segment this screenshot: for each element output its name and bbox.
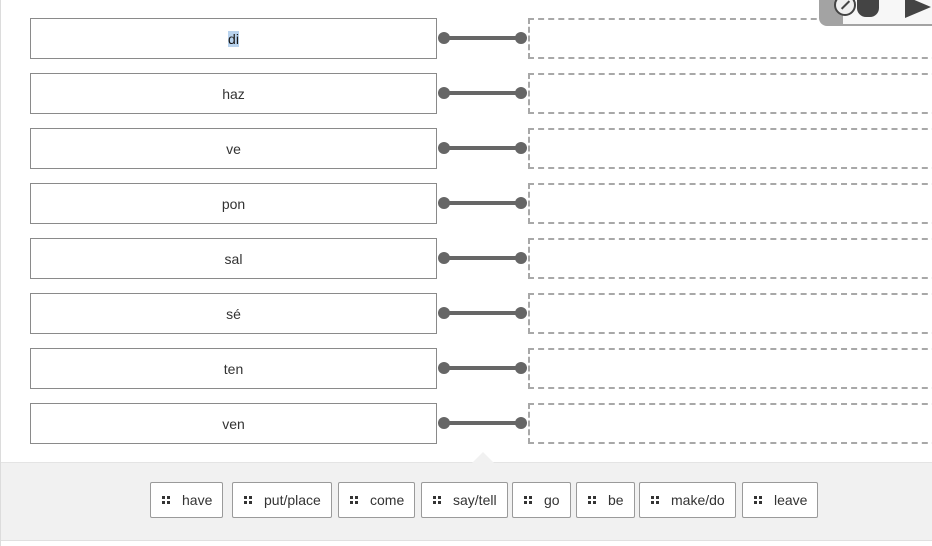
connector-bar	[444, 421, 521, 425]
matching-exercise: di haz ve pon sal sé ten ven have put/pl…	[0, 0, 932, 546]
stop-icon[interactable]	[857, 0, 879, 17]
answer-chip-label: make/do	[671, 492, 725, 508]
match-row: haz	[1, 73, 932, 114]
answer-chip[interactable]: make/do	[639, 482, 736, 518]
prompt-text: di	[228, 30, 239, 47]
drag-handle-icon	[588, 496, 596, 504]
connector-end-dot	[515, 252, 527, 264]
connector-bar	[444, 311, 521, 315]
drag-handle-icon	[433, 496, 441, 504]
prompt-text: ven	[222, 415, 245, 432]
connector-bar	[444, 201, 521, 205]
connector-bar	[444, 146, 521, 150]
match-row: ten	[1, 348, 932, 389]
answer-chip-label: put/place	[264, 492, 321, 508]
prompt-text: sal	[224, 250, 243, 267]
connector-bar	[444, 256, 521, 260]
answer-chip[interactable]: put/place	[232, 482, 332, 518]
answer-chip[interactable]: come	[338, 482, 416, 518]
answer-dropzone[interactable]	[528, 73, 932, 114]
answer-bank: have put/place come say/tell go be make/…	[1, 452, 932, 540]
match-row: pon	[1, 183, 932, 224]
drag-handle-icon	[524, 496, 532, 504]
connector-bar	[444, 36, 521, 40]
bottom-edge	[1, 540, 932, 546]
answer-chip-label: leave	[774, 492, 808, 508]
prompt-box: sé	[30, 293, 437, 334]
answer-chip-label: come	[370, 492, 405, 508]
match-row: di	[1, 18, 932, 59]
connector-line	[437, 142, 528, 154]
connector-end-dot	[515, 197, 527, 209]
drag-handle-icon	[651, 496, 659, 504]
connector-bar	[444, 91, 521, 95]
answer-chip-label: be	[608, 492, 624, 508]
prompt-box: di	[30, 18, 437, 59]
prompt-box: ve	[30, 128, 437, 169]
match-row: sé	[1, 293, 932, 334]
answer-dropzone[interactable]	[528, 348, 932, 389]
connector-end-dot	[515, 362, 527, 374]
connector-end-dot	[515, 307, 527, 319]
answer-chip[interactable]: have	[150, 482, 224, 518]
answer-dropzone[interactable]	[528, 128, 932, 169]
match-row: ven	[1, 403, 932, 444]
prompt-text: haz	[222, 85, 245, 102]
matching-rows: di haz ve pon sal sé ten ven	[1, 0, 932, 462]
circle-slash-icon[interactable]	[834, 0, 856, 16]
answer-chip-label: go	[544, 492, 560, 508]
answer-chip-label: say/tell	[453, 492, 497, 508]
answer-chip[interactable]: leave	[742, 482, 819, 518]
connector-line	[437, 252, 528, 264]
prompt-box: sal	[30, 238, 437, 279]
drag-handle-icon	[350, 496, 358, 504]
match-row: sal	[1, 238, 932, 279]
answer-chip[interactable]: be	[576, 482, 635, 518]
drag-handle-icon	[162, 496, 170, 504]
answer-dropzone[interactable]	[528, 183, 932, 224]
connector-end-dot	[515, 32, 527, 44]
prompt-box: haz	[30, 73, 437, 114]
connector-end-dot	[515, 142, 527, 154]
prompt-text: sé	[226, 305, 241, 322]
prompt-box: ven	[30, 403, 437, 444]
connector-line	[437, 87, 528, 99]
match-row: ve	[1, 128, 932, 169]
connector-line	[437, 417, 528, 429]
prompt-box: pon	[30, 183, 437, 224]
answer-chip-label: have	[182, 492, 213, 508]
answer-chip[interactable]: go	[512, 482, 571, 518]
connector-line	[437, 197, 528, 209]
tray-pointer	[472, 452, 494, 463]
prompt-box: ten	[30, 348, 437, 389]
connector-line	[437, 362, 528, 374]
prompt-text: ve	[226, 140, 241, 157]
connector-end-dot	[515, 417, 527, 429]
drag-handle-icon	[244, 496, 252, 504]
prompt-text: pon	[221, 195, 246, 212]
drag-handle-icon	[754, 496, 762, 504]
answer-dropzone[interactable]	[528, 238, 932, 279]
connector-line	[437, 32, 528, 44]
answer-dropzone[interactable]	[528, 403, 932, 444]
prompt-text: ten	[223, 360, 244, 377]
answer-chip[interactable]: say/tell	[421, 482, 508, 518]
media-controls	[819, 0, 932, 26]
media-controls-panel	[834, 0, 932, 24]
play-icon[interactable]	[905, 0, 931, 18]
connector-end-dot	[515, 87, 527, 99]
connector-line	[437, 307, 528, 319]
connector-bar	[444, 366, 521, 370]
answer-dropzone[interactable]	[528, 293, 932, 334]
